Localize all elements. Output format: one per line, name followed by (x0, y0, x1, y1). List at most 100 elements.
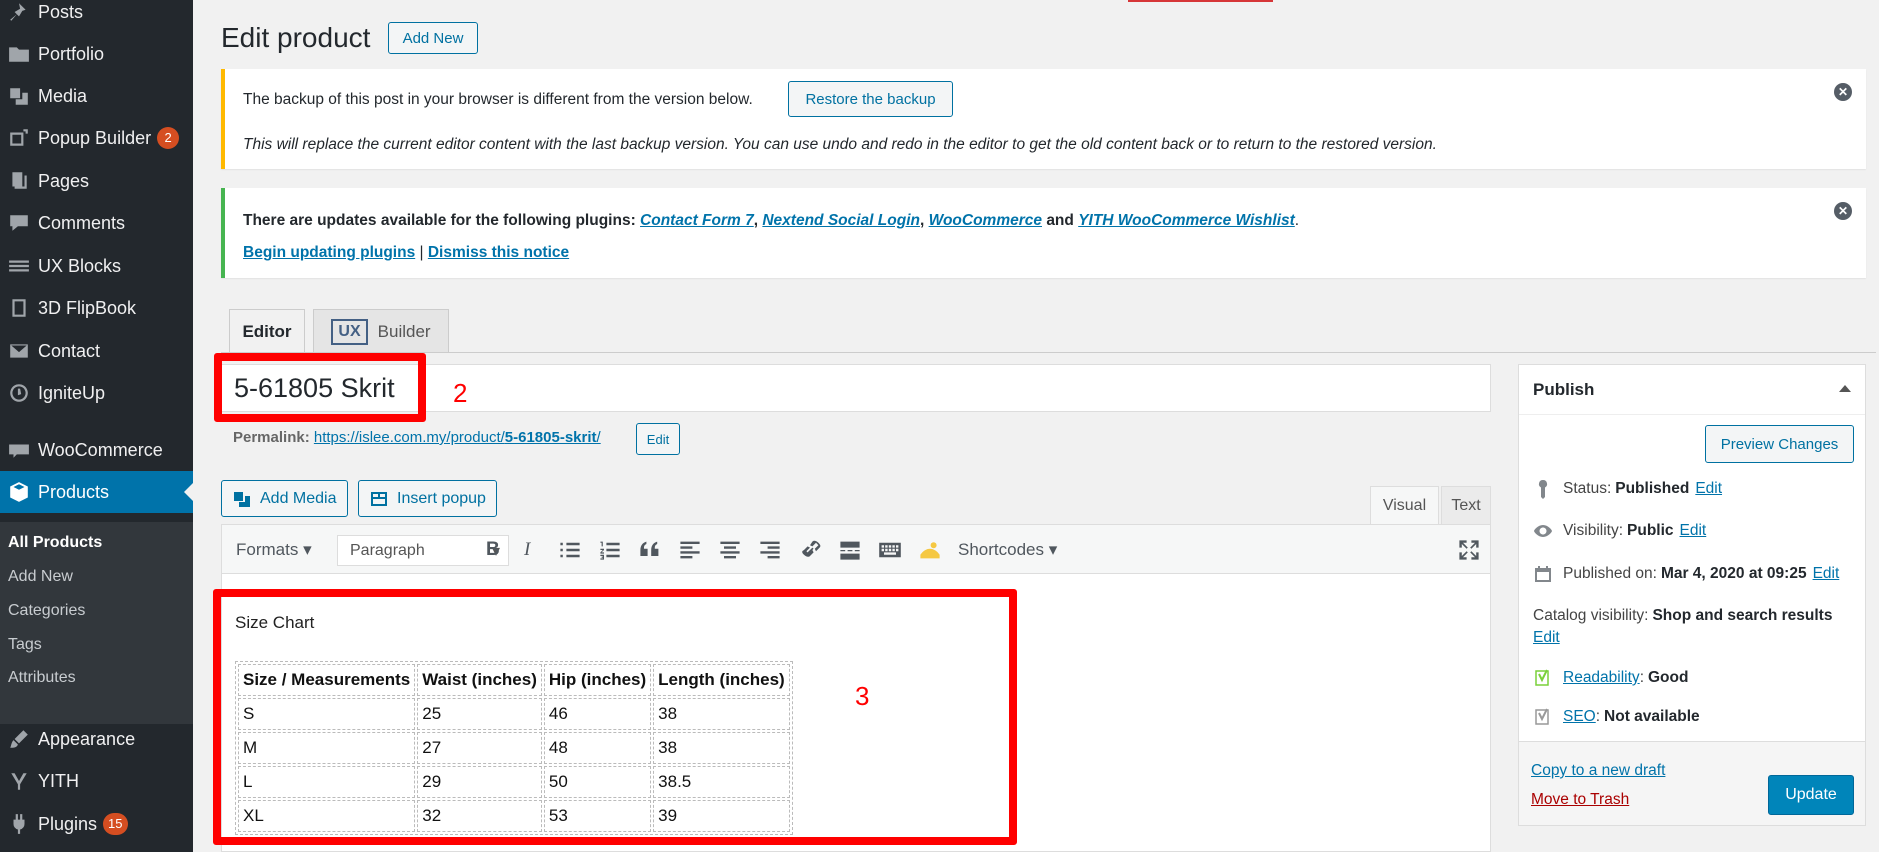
formats-dropdown[interactable]: Formats ▾ (236, 535, 312, 565)
italic-icon[interactable]: I (524, 535, 530, 565)
dismiss-notice-link[interactable]: Dismiss this notice (428, 244, 569, 261)
publish-title: Publish (1533, 379, 1595, 399)
readability-value: Good (1648, 669, 1689, 686)
keyboard-icon[interactable] (878, 538, 902, 562)
paragraph-label: Paragraph (350, 541, 425, 559)
sidebar-item-pages[interactable]: Pages (0, 160, 193, 202)
sidebar-item-ux-blocks[interactable]: UX Blocks (0, 245, 193, 287)
mail-icon (0, 340, 38, 362)
plugin-link-yith-wishlist[interactable]: YITH WooCommerce Wishlist (1078, 212, 1295, 229)
collapse-arrow-icon[interactable] (1839, 385, 1851, 392)
move-to-trash-link[interactable]: Move to Trash (1531, 791, 1629, 809)
sidebar-item-media[interactable]: Media (0, 75, 193, 117)
admin-sidebar: Posts Portfolio Media Popup Builder 2 Pa… (0, 0, 193, 852)
plugin-link-nextend[interactable]: Nextend Social Login (762, 212, 920, 229)
plugin-link-contact-form-7[interactable]: Contact Form 7 (640, 212, 754, 229)
permalink-base: https://islee.com.my/product/ (313, 429, 505, 446)
plugin-update-text: There are updates available for the foll… (243, 212, 1299, 230)
woo-icon (0, 439, 38, 461)
copy-to-draft-link[interactable]: Copy to a new draft (1531, 762, 1665, 780)
sidebar-item-label: WooCommerce (38, 439, 163, 460)
sidebar-item-products[interactable]: Products (0, 471, 193, 513)
media-icon (234, 491, 250, 507)
submenu-categories[interactable]: Categories (8, 602, 85, 620)
align-right-icon[interactable] (758, 538, 782, 562)
catalog-visibility-row: Catalog visibility: Shop and search resul… (1533, 607, 1832, 625)
seo-link[interactable]: SEO (1563, 708, 1596, 726)
caret-down-icon: ▾ (303, 540, 312, 559)
edit-status-link[interactable]: Edit (1695, 480, 1722, 498)
permalink-url-link[interactable]: https://islee.com.my/product/5-61805-skr… (314, 429, 601, 446)
tab-ux-builder[interactable]: UX Builder (313, 309, 449, 353)
align-center-icon[interactable] (718, 538, 742, 562)
sidebar-item-label: UX Blocks (38, 255, 122, 276)
sidebar-item-label: YITH (38, 770, 80, 791)
visibility-value: Public (1627, 522, 1674, 539)
edit-visibility-link[interactable]: Edit (1680, 522, 1707, 540)
sidebar-item-plugins[interactable]: Plugins 15 (0, 803, 193, 845)
edit-catalog-link[interactable]: Edit (1533, 629, 1560, 647)
blockquote-icon[interactable] (638, 538, 662, 562)
sidebar-item-popup-builder[interactable]: Popup Builder 2 (0, 117, 193, 159)
colon: : (1595, 708, 1601, 725)
tab-text[interactable]: Text (1441, 486, 1491, 524)
edit-date-link[interactable]: Edit (1813, 565, 1840, 583)
sidebar-item-posts[interactable]: Posts (0, 0, 193, 33)
dismiss-notice-icon[interactable]: ✕ (1834, 83, 1852, 101)
fullscreen-icon[interactable] (1457, 538, 1481, 562)
sidebar-item-label: Media (38, 85, 88, 106)
pushpin-icon (0, 1, 38, 23)
add-media-button[interactable]: Add Media (221, 480, 348, 517)
dismiss-notice-icon[interactable]: ✕ (1834, 202, 1852, 220)
submenu-add-new[interactable]: Add New (8, 568, 73, 586)
submenu-tags[interactable]: Tags (8, 636, 42, 654)
tabs-divider (221, 352, 1876, 353)
period: . (1294, 212, 1300, 229)
preview-changes-button[interactable]: Preview Changes (1705, 425, 1854, 463)
begin-updating-link[interactable]: Begin updating plugins (243, 244, 415, 261)
submenu-all-products[interactable]: All Products (8, 534, 102, 552)
link-icon[interactable] (798, 538, 822, 562)
published-row: Published on: Mar 4, 2020 at 09:25 Edit (1533, 564, 1839, 584)
sidebar-item-label: Pages (38, 170, 90, 191)
shortcode-image-icon[interactable] (918, 538, 942, 562)
bullet-list-icon[interactable] (558, 538, 582, 562)
paragraph-select[interactable]: Paragraph ▾ (337, 535, 509, 566)
readability-link[interactable]: Readability (1563, 669, 1640, 687)
sidebar-item-yith[interactable]: YITH (0, 760, 193, 802)
update-button[interactable]: Update (1768, 775, 1854, 815)
plugin-link-woocommerce[interactable]: WooCommerce (929, 212, 1042, 229)
restore-backup-button[interactable]: Restore the backup (788, 81, 953, 117)
add-new-button[interactable]: Add New (388, 22, 478, 54)
sidebar-item-comments[interactable]: Comments (0, 202, 193, 244)
calendar-icon (1535, 566, 1551, 582)
page-title: Edit product (221, 22, 371, 53)
yoast-readability-icon (1535, 669, 1549, 686)
sidebar-item-3d-flipbook[interactable]: 3D FlipBook (0, 287, 193, 329)
folder-icon (0, 43, 38, 65)
shortcodes-label: Shortcodes (958, 540, 1044, 559)
colon: : (1639, 669, 1644, 686)
bold-icon[interactable]: B (486, 535, 500, 565)
insert-popup-button[interactable]: Insert popup (358, 480, 497, 517)
sidebar-item-appearance[interactable]: Appearance (0, 718, 193, 760)
sidebar-item-contact[interactable]: Contact (0, 330, 193, 372)
box-icon (0, 481, 38, 503)
tab-visual[interactable]: Visual (1370, 486, 1439, 524)
sidebar-item-portfolio[interactable]: Portfolio (0, 33, 193, 75)
submenu-attributes[interactable]: Attributes (8, 669, 76, 687)
tab-editor[interactable]: Editor (229, 309, 305, 354)
sidebar-item-igniteup[interactable]: IgniteUp (0, 372, 193, 414)
edit-permalink-button[interactable]: Edit (636, 423, 680, 455)
publish-box: Publish Preview Changes Status: Published… (1518, 364, 1866, 826)
read-more-icon[interactable] (838, 538, 862, 562)
sidebar-item-label: Portfolio (38, 43, 105, 64)
sidebar-item-woocommerce[interactable]: WooCommerce (0, 429, 193, 471)
comma: , (919, 212, 925, 229)
numbered-list-icon[interactable] (598, 538, 622, 562)
plugin-update-notice: There are updates available for the foll… (221, 188, 1866, 278)
pages-icon (0, 170, 38, 192)
align-left-icon[interactable] (678, 538, 702, 562)
shortcodes-dropdown[interactable]: Shortcodes ▾ (958, 535, 1057, 565)
publish-box-header[interactable]: Publish (1519, 365, 1865, 415)
